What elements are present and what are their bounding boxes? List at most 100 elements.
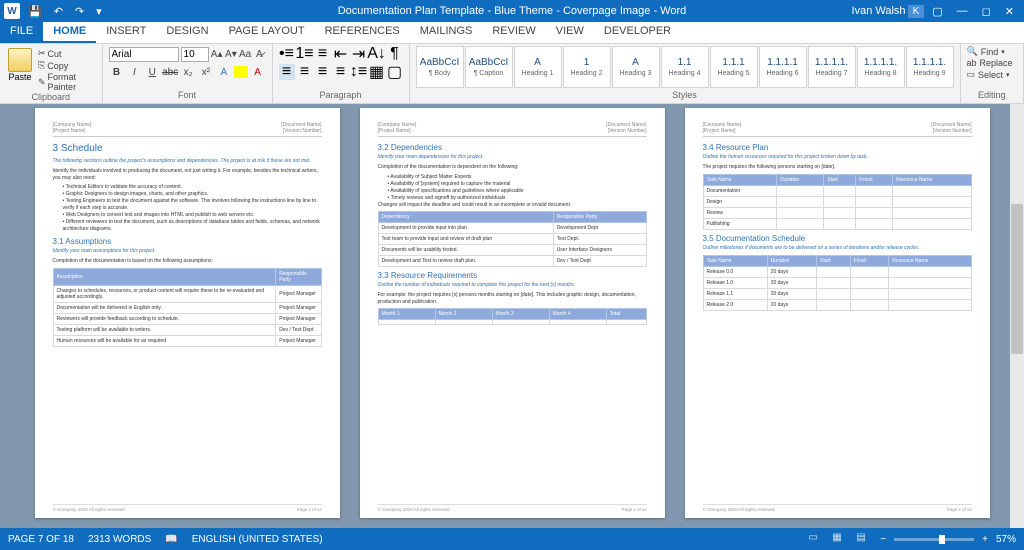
tab-home[interactable]: HOME (43, 22, 96, 43)
font-color-button[interactable]: A (250, 64, 266, 80)
group-editing: 🔍Find▾ abReplace ▭Select▾ Editing (961, 44, 1024, 103)
paste-label: Paste (8, 72, 31, 82)
tab-page-layout[interactable]: PAGE LAYOUT (219, 22, 315, 43)
style-heading-2[interactable]: 1Heading 2 (563, 46, 611, 88)
language-indicator[interactable]: ENGLISH (UNITED STATES) (192, 534, 323, 545)
inc-indent-button[interactable]: ⇥ (351, 46, 367, 62)
show-marks-button[interactable]: ¶ (387, 46, 403, 62)
find-label: Find (981, 47, 999, 57)
zoom-out-button[interactable]: − (880, 534, 886, 545)
copy-button[interactable]: ⎘Copy (38, 60, 96, 71)
paragraph-group-label: Paragraph (279, 90, 403, 101)
tab-references[interactable]: REFERENCES (315, 22, 410, 43)
text-effects-button[interactable]: A (216, 64, 232, 80)
replace-button[interactable]: abReplace (967, 58, 1017, 68)
grow-font-button[interactable]: A▴ (211, 46, 223, 62)
word-count[interactable]: 2313 WORDS (88, 534, 151, 545)
tab-review[interactable]: REVIEW (482, 22, 545, 43)
font-size-input[interactable] (181, 47, 209, 62)
align-right-button[interactable]: ≡ (315, 64, 331, 80)
app-icon: W (4, 3, 20, 19)
select-button[interactable]: ▭Select▾ (967, 69, 1017, 80)
style--body[interactable]: AaBbCcI¶ Body (416, 46, 464, 88)
tab-design[interactable]: DESIGN (156, 22, 218, 43)
align-center-button[interactable]: ≡ (297, 64, 313, 80)
zoom-level[interactable]: 57% (996, 534, 1016, 545)
style-heading-5[interactable]: 1.1.1Heading 5 (710, 46, 758, 88)
document-workspace[interactable]: [Company Name][Project Name][Document Na… (0, 104, 1024, 528)
style--caption[interactable]: AaBbCcI¶ Caption (465, 46, 513, 88)
undo-icon[interactable]: ↶ (50, 5, 67, 18)
maximize-icon[interactable]: ◻ (976, 5, 997, 18)
redo-icon[interactable]: ↷ (71, 5, 88, 18)
subscript-button[interactable]: x₂ (180, 64, 196, 80)
scroll-thumb[interactable] (1011, 204, 1023, 354)
style-heading-1[interactable]: AHeading 1 (514, 46, 562, 88)
numbering-button[interactable]: 1≡ (297, 46, 313, 62)
zoom-slider[interactable] (894, 538, 974, 541)
tab-developer[interactable]: DEVELOPER (594, 22, 681, 43)
clear-format-button[interactable]: A̷ (253, 46, 265, 62)
print-layout-button[interactable]: ▦ (832, 532, 848, 546)
qat-customize-icon[interactable]: ▾ (92, 5, 106, 18)
page-8[interactable]: [Company Name][Project Name][Document Na… (360, 108, 665, 518)
sort-button[interactable]: A↓ (369, 46, 385, 62)
group-styles: AaBbCcI¶ BodyAaBbCcI¶ CaptionAHeading 11… (410, 44, 961, 103)
select-label: Select (978, 70, 1003, 80)
save-icon[interactable]: 💾 (24, 5, 46, 18)
group-font: A▴ A▾ Aa A̷ B I U abc x₂ x² A A Font (103, 44, 273, 103)
bullets-button[interactable]: •≡ (279, 46, 295, 62)
minimize-icon[interactable]: — (951, 5, 974, 17)
paste-button[interactable]: Paste (6, 46, 34, 92)
style-heading-9[interactable]: 1.1.1.1.Heading 9 (906, 46, 954, 88)
ribbon-options-icon[interactable]: ▢ (926, 5, 948, 18)
close-icon[interactable]: ✕ (999, 5, 1020, 18)
replace-label: Replace (980, 58, 1013, 68)
page-indicator[interactable]: PAGE 7 OF 18 (8, 534, 74, 545)
cut-button[interactable]: ✂Cut (38, 48, 96, 59)
style-heading-4[interactable]: 1.1Heading 4 (661, 46, 709, 88)
read-mode-button[interactable]: ▭ (808, 532, 824, 546)
shrink-font-button[interactable]: A▾ (225, 46, 237, 62)
style-heading-3[interactable]: AHeading 3 (612, 46, 660, 88)
user-name[interactable]: Ivan Walsh (852, 5, 906, 17)
tab-file[interactable]: FILE (0, 22, 43, 43)
paste-icon (8, 48, 32, 72)
borders-button[interactable]: ▢ (387, 64, 403, 80)
change-case-button[interactable]: Aa (239, 46, 251, 62)
style-heading-6[interactable]: 1.1.1.1Heading 6 (759, 46, 807, 88)
align-left-button[interactable]: ≡ (279, 64, 295, 80)
font-name-input[interactable] (109, 47, 179, 62)
format-painter-button[interactable]: ✎Format Painter (38, 72, 96, 92)
group-clipboard: Paste ✂Cut ⎘Copy ✎Format Painter Clipboa… (0, 44, 103, 103)
user-badge[interactable]: K (908, 5, 925, 18)
multilevel-button[interactable]: ≡ (315, 46, 331, 62)
superscript-button[interactable]: x² (198, 64, 214, 80)
page-7[interactable]: [Company Name][Project Name][Document Na… (35, 108, 340, 518)
tab-mailings[interactable]: MAILINGS (410, 22, 483, 43)
find-button[interactable]: 🔍Find▾ (967, 46, 1017, 57)
justify-button[interactable]: ≡ (333, 64, 349, 80)
spell-check-icon[interactable]: 📖 (165, 534, 177, 545)
highlight-button[interactable] (234, 66, 248, 78)
strike-button[interactable]: abc (162, 64, 178, 80)
line-spacing-button[interactable]: ↕≡ (351, 64, 367, 80)
zoom-handle[interactable] (939, 535, 945, 544)
dec-indent-button[interactable]: ⇤ (333, 46, 349, 62)
copy-icon: ⎘ (38, 60, 45, 71)
copy-label: Copy (47, 61, 68, 71)
web-layout-button[interactable]: ▤ (856, 532, 872, 546)
italic-button[interactable]: I (126, 64, 142, 80)
bold-button[interactable]: B (109, 64, 125, 80)
cut-label: Cut (48, 49, 62, 59)
shading-button[interactable]: ▦ (369, 64, 385, 80)
style-heading-7[interactable]: 1.1.1.1.Heading 7 (808, 46, 856, 88)
vertical-scrollbar[interactable] (1010, 104, 1024, 528)
tab-view[interactable]: VIEW (546, 22, 594, 43)
page-9[interactable]: [Company Name][Project Name][Document Na… (685, 108, 990, 518)
cut-icon: ✂ (38, 48, 46, 59)
tab-insert[interactable]: INSERT (96, 22, 156, 43)
style-heading-8[interactable]: 1.1.1.1.Heading 8 (857, 46, 905, 88)
underline-button[interactable]: U (144, 64, 160, 80)
zoom-in-button[interactable]: + (982, 534, 988, 545)
